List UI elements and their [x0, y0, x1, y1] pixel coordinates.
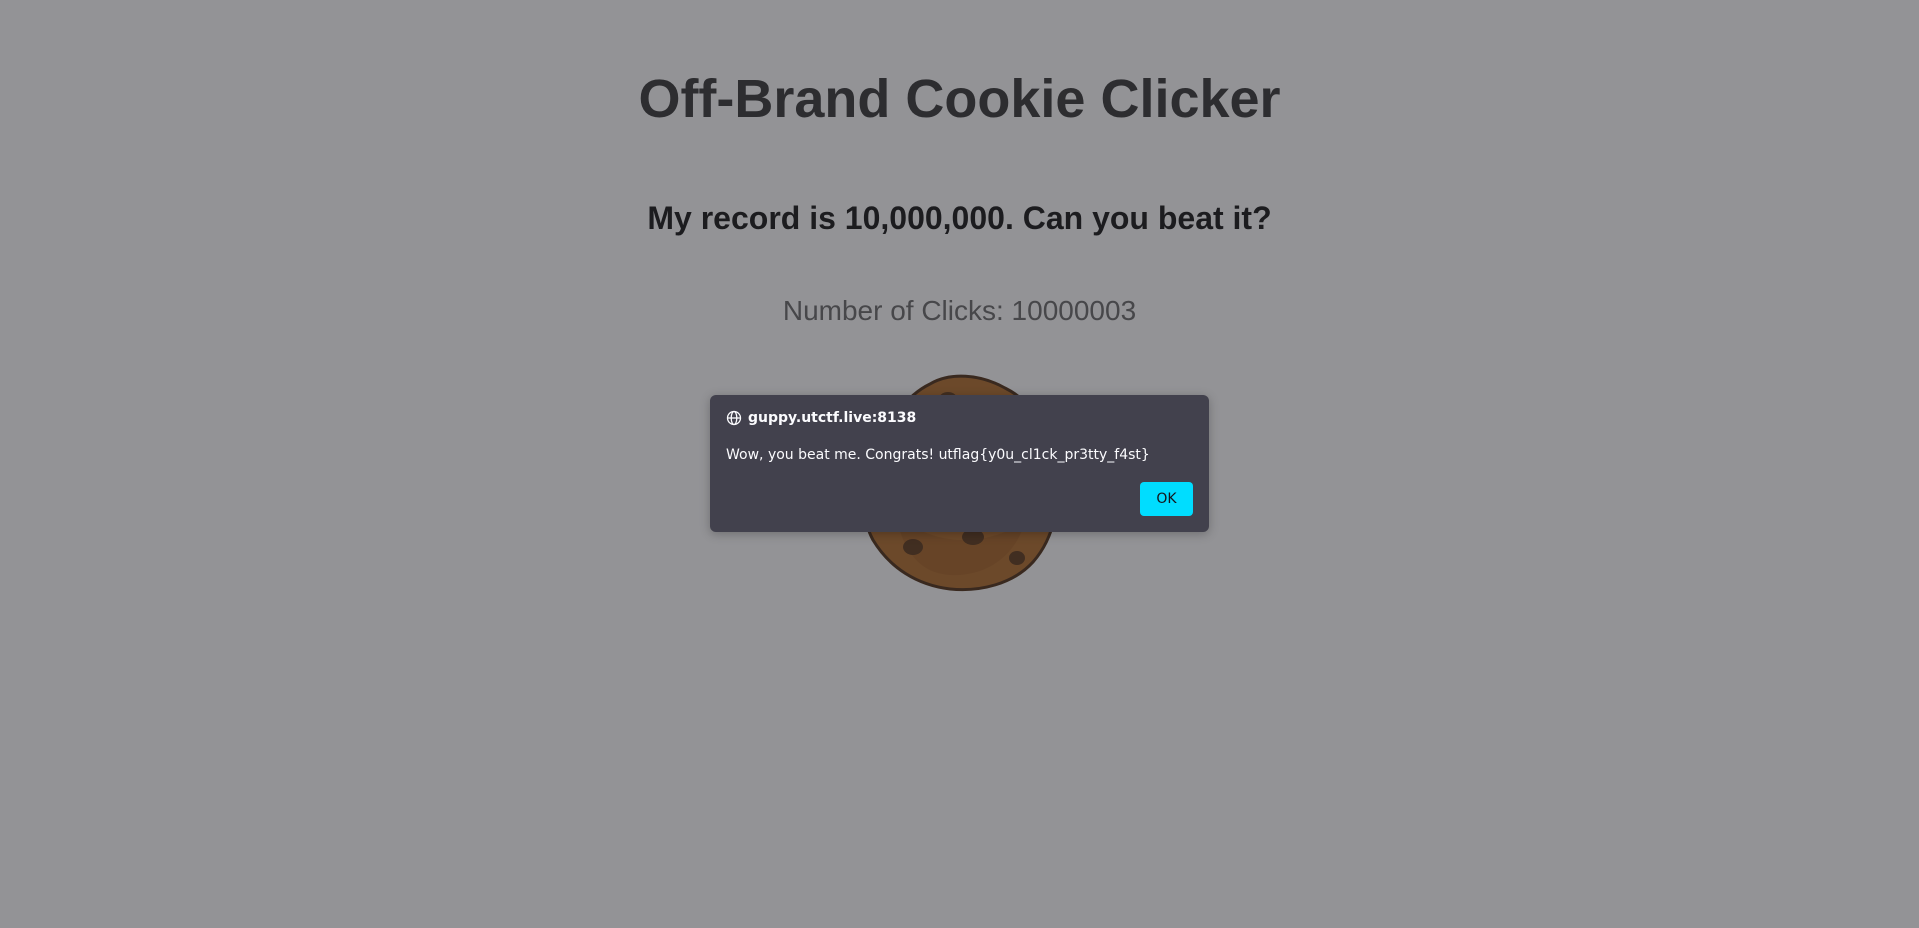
dialog-message: Wow, you beat me. Congrats! utflag{y0u_c…	[726, 447, 1150, 463]
alert-dialog: guppy.utctf.live:8138 Wow, you beat me. …	[710, 395, 1209, 532]
dialog-header: guppy.utctf.live:8138	[726, 410, 916, 426]
ok-button[interactable]: OK	[1140, 482, 1193, 516]
globe-icon	[726, 410, 742, 426]
dialog-origin: guppy.utctf.live:8138	[748, 410, 917, 426]
